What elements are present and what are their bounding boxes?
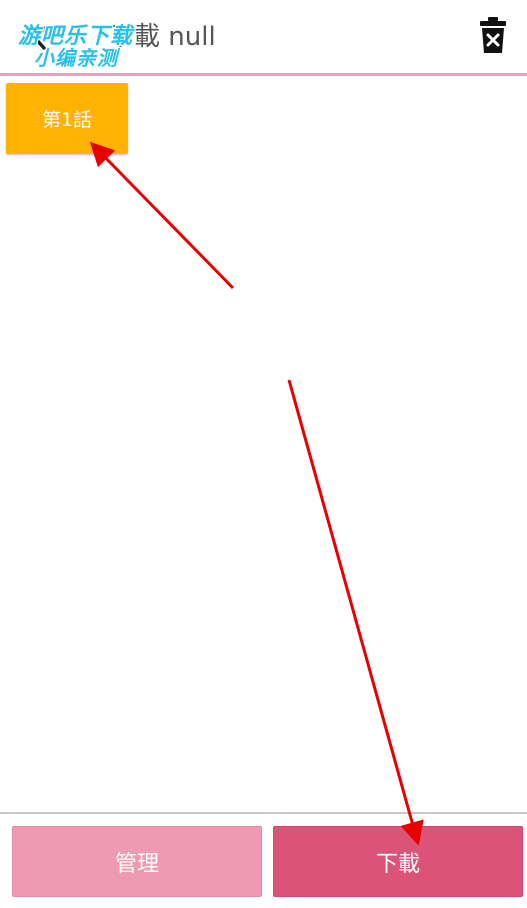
- trash-icon[interactable]: [478, 16, 508, 54]
- chapter-button[interactable]: 第1話: [6, 83, 128, 154]
- back-arrow-icon[interactable]: [28, 23, 50, 53]
- app-header: 下載 null: [0, 0, 527, 74]
- header-divider: [0, 73, 527, 76]
- page-title: 下載 null: [108, 22, 216, 52]
- download-screen: 下載 null 游吧乐下载 小编亲测 第1話 管理 下載: [0, 0, 527, 908]
- arrow-to-download: [287, 379, 424, 846]
- arrow-to-chapter: [89, 141, 235, 290]
- manage-button[interactable]: 管理: [12, 826, 262, 897]
- footer-divider: [0, 812, 527, 814]
- download-button[interactable]: 下載: [273, 826, 523, 897]
